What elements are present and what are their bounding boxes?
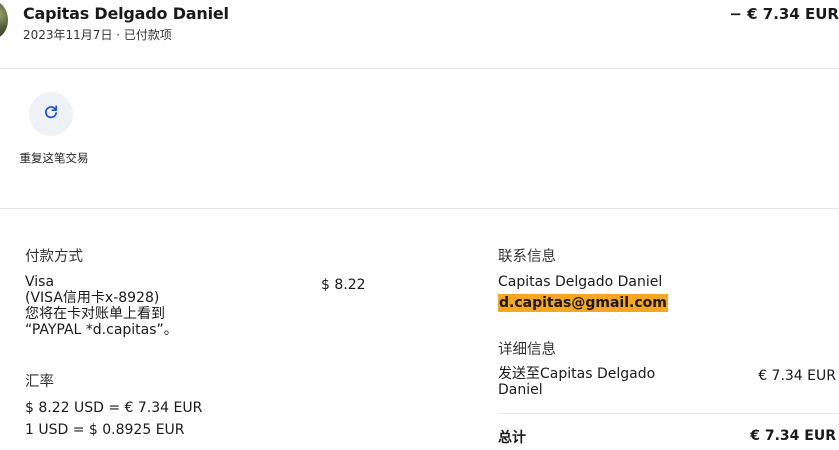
actions-divider [0, 208, 839, 209]
details-divider [498, 413, 839, 414]
repeat-transaction-label[interactable]: 重复这笔交易 [19, 150, 89, 166]
avatar [0, 1, 8, 39]
counterparty-name: Capitas Delgado Daniel [23, 4, 229, 23]
payment-method-name: Visa [25, 274, 55, 290]
total-label: 总计 [498, 430, 526, 446]
header-divider [0, 68, 839, 69]
payment-method-title: 付款方式 [25, 249, 83, 265]
total-amount: € 7.34 EUR [750, 428, 836, 444]
statement-line-1: 您将在卡对账单上看到 [25, 306, 165, 322]
refresh-icon [43, 104, 59, 124]
exchange-line-2: 1 USD = $ 0.8925 EUR [25, 422, 185, 438]
contact-name: Capitas Delgado Daniel [498, 274, 663, 290]
exchange-rate-title: 汇率 [25, 374, 54, 390]
sent-amount: € 7.34 EUR [758, 368, 836, 384]
sent-to-label: 发送至Capitas Delgado Daniel [498, 366, 656, 398]
transaction-amount: − € 7.34 EUR [729, 5, 839, 23]
payment-amount: $ 8.22 [321, 277, 366, 293]
contact-info-title: 联系信息 [498, 249, 556, 265]
payment-method-block: Visa (VISA信用卡x-8928) 您将在卡对账单上看到 “PAYPAL … [25, 274, 178, 338]
card-line: (VISA信用卡x-8928) [25, 290, 160, 306]
transaction-date-status: 2023年11月7日 · 已付款项 [23, 28, 172, 42]
contact-email[interactable]: d.capitas@gmail.com [498, 294, 668, 312]
statement-line-2: “PAYPAL *d.capitas”。 [25, 322, 178, 338]
transaction-detail-page: Capitas Delgado Daniel 2023年11月7日 · 已付款项… [0, 0, 839, 450]
repeat-transaction-button[interactable] [29, 92, 73, 136]
details-title: 详细信息 [498, 342, 556, 358]
exchange-line-1: $ 8.22 USD = € 7.34 EUR [25, 400, 203, 416]
